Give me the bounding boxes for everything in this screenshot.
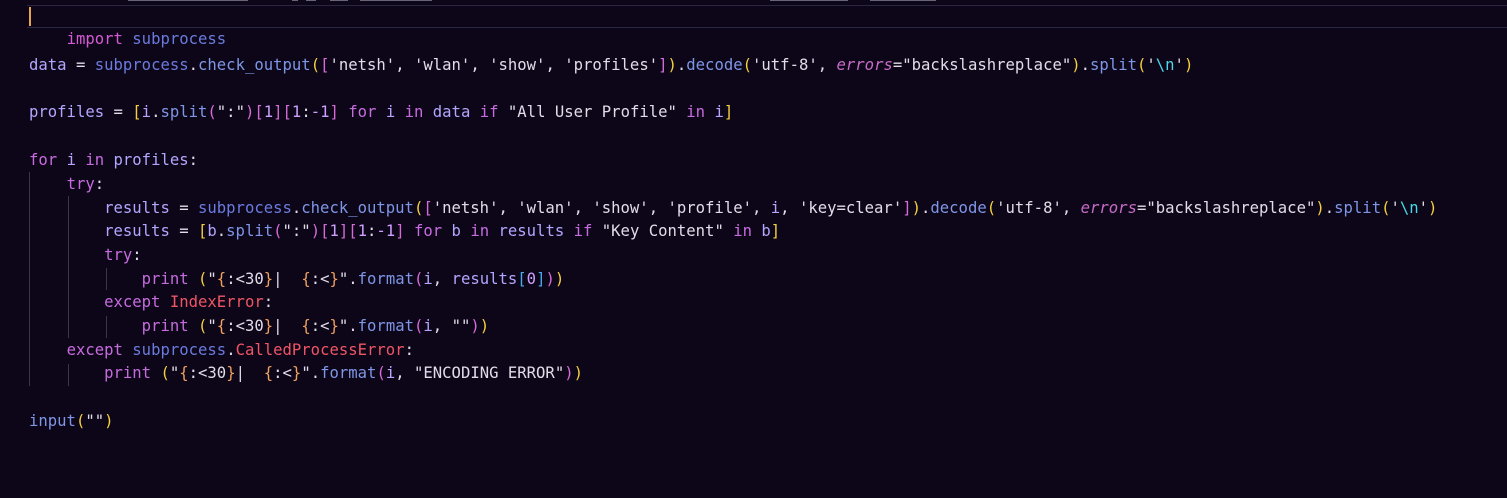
code-line-10[interactable]: results = [b.split(":")[1][1:-1] for b i… [29,220,780,242]
code-line-18[interactable]: input("") [29,410,114,432]
current-line-highlight [27,5,1507,28]
code-line-11[interactable]: try: [29,244,142,266]
code-editor[interactable]: import subprocess data = subprocess.chec… [0,0,1507,498]
code-line-16[interactable]: print ("{:<30}| {:<}".format(i, "ENCODIN… [29,362,583,384]
code-line-8[interactable]: try: [29,173,105,195]
code-line-3[interactable]: data = subprocess.check_output(['netsh',… [29,54,1193,76]
scrolled-line-fragment [0,0,940,4]
code-line-9[interactable]: results = subprocess.check_output(['nets… [29,197,1437,219]
code-line-12[interactable]: print ("{:<30}| {:<}".format(i, results[… [29,268,565,290]
text-cursor [29,7,31,26]
code-line-14[interactable]: print ("{:<30}| {:<}".format(i, "")) [29,315,489,337]
code-line-7[interactable]: for i in profiles: [29,149,198,171]
code-line-13[interactable]: except IndexError: [29,291,273,313]
code-line-1[interactable]: import subprocess [29,6,227,48]
code-line-5[interactable]: profiles = [i.split(":")[1][1:-1] for i … [29,101,733,123]
code-line-15[interactable]: except subprocess.CalledProcessError: [29,339,414,361]
